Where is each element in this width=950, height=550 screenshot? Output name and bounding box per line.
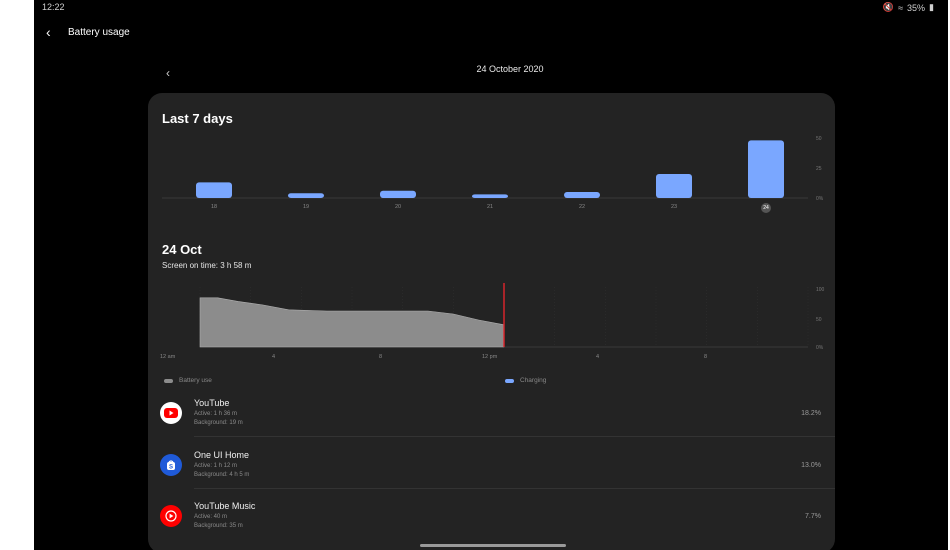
divider	[194, 488, 835, 489]
day-x-tick: 4	[596, 354, 600, 360]
date-navigation: ‹ 24 October 2020	[34, 60, 948, 80]
home-indicator[interactable]	[420, 544, 566, 547]
svg-text:S: S	[169, 465, 173, 471]
app-usage-percent: 13.0%	[801, 462, 821, 469]
status-time: 12:22	[42, 2, 65, 12]
screen: 12:22 🔇 ≈ 35% ▮ ‹ Battery usage ‹ 24 Oct…	[34, 0, 948, 550]
status-icons: 🔇 ≈ 35% ▮	[883, 2, 934, 13]
wifi-icon: ≈	[898, 2, 904, 13]
battery-percent: 35%	[907, 2, 926, 13]
app-active-time: Active: 40 m	[194, 514, 228, 520]
legend-battery-label: Battery use	[179, 377, 212, 384]
app-background-time: Background: 35 m	[194, 523, 243, 529]
divider	[194, 436, 835, 437]
legend-charging: Charging	[505, 377, 546, 384]
app-background-time: Background: 4 h 5 m	[194, 472, 250, 478]
youtube-icon	[160, 402, 182, 424]
day-x-tick: 12 am	[160, 354, 176, 360]
mute-icon: 🔇	[882, 2, 895, 12]
legend-battery-use: Battery use	[164, 377, 212, 384]
app-background-time: Background: 19 m	[194, 420, 243, 426]
youtube-music-icon	[160, 505, 182, 527]
selected-date: 24 October 2020	[476, 64, 544, 74]
app-active-time: Active: 1 h 12 m	[194, 463, 238, 469]
day-x-tick: 8	[379, 354, 383, 360]
one-ui-home-icon: S	[160, 454, 182, 476]
back-button[interactable]: ‹	[46, 24, 51, 40]
day-x-tick: 8	[704, 354, 708, 360]
app-usage-percent: 7.7%	[805, 513, 821, 520]
app-name: One UI Home	[194, 450, 250, 460]
page-title: Battery usage	[68, 27, 130, 38]
battery-icon: ▮	[929, 2, 934, 12]
legend-swatch-battery	[164, 378, 173, 383]
app-name: YouTube Music	[194, 501, 256, 511]
day-area-chart	[199, 283, 809, 348]
app-row-youtube-music[interactable]: YouTube Music Active: 40 m Background: 3…	[148, 497, 835, 547]
day-x-tick: 12 pm	[482, 354, 498, 360]
app-active-time: Active: 1 h 36 m	[194, 411, 238, 417]
battery-card: Last 7 days 50 25 0% 18 19 20 21 22 23 2…	[148, 93, 835, 550]
app-usage-percent: 18.2%	[801, 410, 821, 417]
app-bar: ‹ Battery usage	[34, 20, 948, 44]
app-name: YouTube	[194, 398, 230, 408]
legend-charging-label: Charging	[520, 377, 547, 384]
status-bar: 12:22 🔇 ≈ 35% ▮	[34, 0, 948, 14]
day-x-tick: 4	[272, 354, 276, 360]
legend-swatch-charging	[505, 378, 514, 383]
